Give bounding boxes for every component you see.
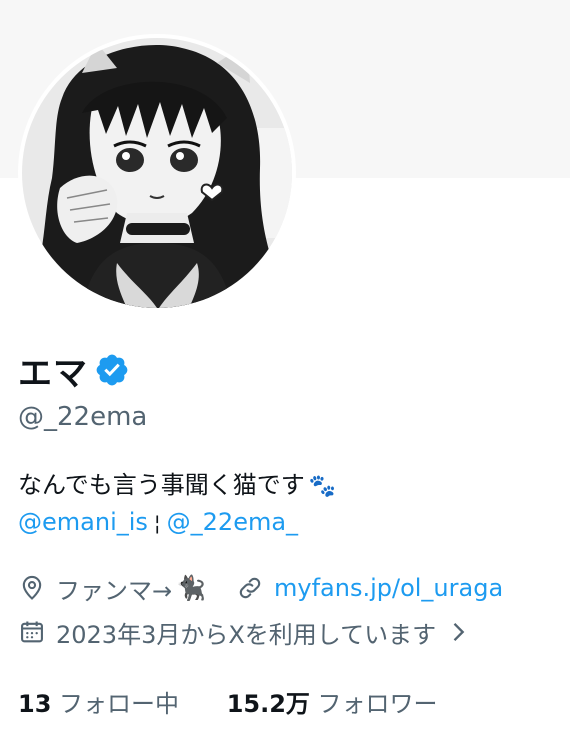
- profile-handle: @_22ema: [18, 402, 148, 432]
- chevron-right-icon: [453, 623, 465, 641]
- followers-count: 15.2万: [226, 690, 310, 718]
- profile-bio: なんでも言う事聞く猫です 🐾: [18, 465, 336, 500]
- joined-row[interactable]: 2023年3月からXを利用しています: [18, 614, 482, 650]
- black-cat-emoji: 🐈‍⬛: [176, 574, 206, 602]
- following-link[interactable]: 13 フォロー中: [18, 690, 179, 718]
- link-icon: [239, 577, 261, 599]
- location-text: ファンマ→: [56, 576, 173, 605]
- bio-mention-emani-is[interactable]: @emani_is: [18, 508, 148, 536]
- paw-emoji: 🐾: [308, 474, 337, 499]
- bio-mention-22ema[interactable]: @_22ema_: [167, 508, 298, 536]
- verified-badge-icon[interactable]: [94, 352, 130, 388]
- joined-text: 2023年3月からXを利用しています: [56, 620, 437, 649]
- website-link[interactable]: myfans.jp/ol_uraga: [274, 574, 503, 602]
- bio-text: なんでも言う事聞く猫です: [18, 471, 305, 499]
- location-pin-icon: [22, 575, 42, 600]
- following-label: フォロー中: [59, 690, 180, 718]
- display-name: エマ: [18, 353, 88, 394]
- followers-label: フォロワー: [317, 690, 438, 718]
- avatar-illustration: [22, 38, 292, 308]
- profile-avatar[interactable]: [22, 38, 292, 308]
- following-count: 13: [18, 690, 52, 718]
- display-name-row: エマ: [18, 346, 130, 394]
- followers-link[interactable]: 15.2万 フォロワー: [227, 690, 438, 718]
- bio-separator: ¦: [153, 511, 161, 535]
- calendar-icon: [21, 621, 43, 643]
- bio-mentions: @emani_is ¦ @_22ema_: [18, 508, 298, 536]
- profile-meta-row: ファンマ→ 🐈‍⬛ myfans.jp/ol_uraga: [18, 570, 503, 606]
- follow-stats: 13 フォロー中 15.2万 フォロワー: [18, 684, 438, 719]
